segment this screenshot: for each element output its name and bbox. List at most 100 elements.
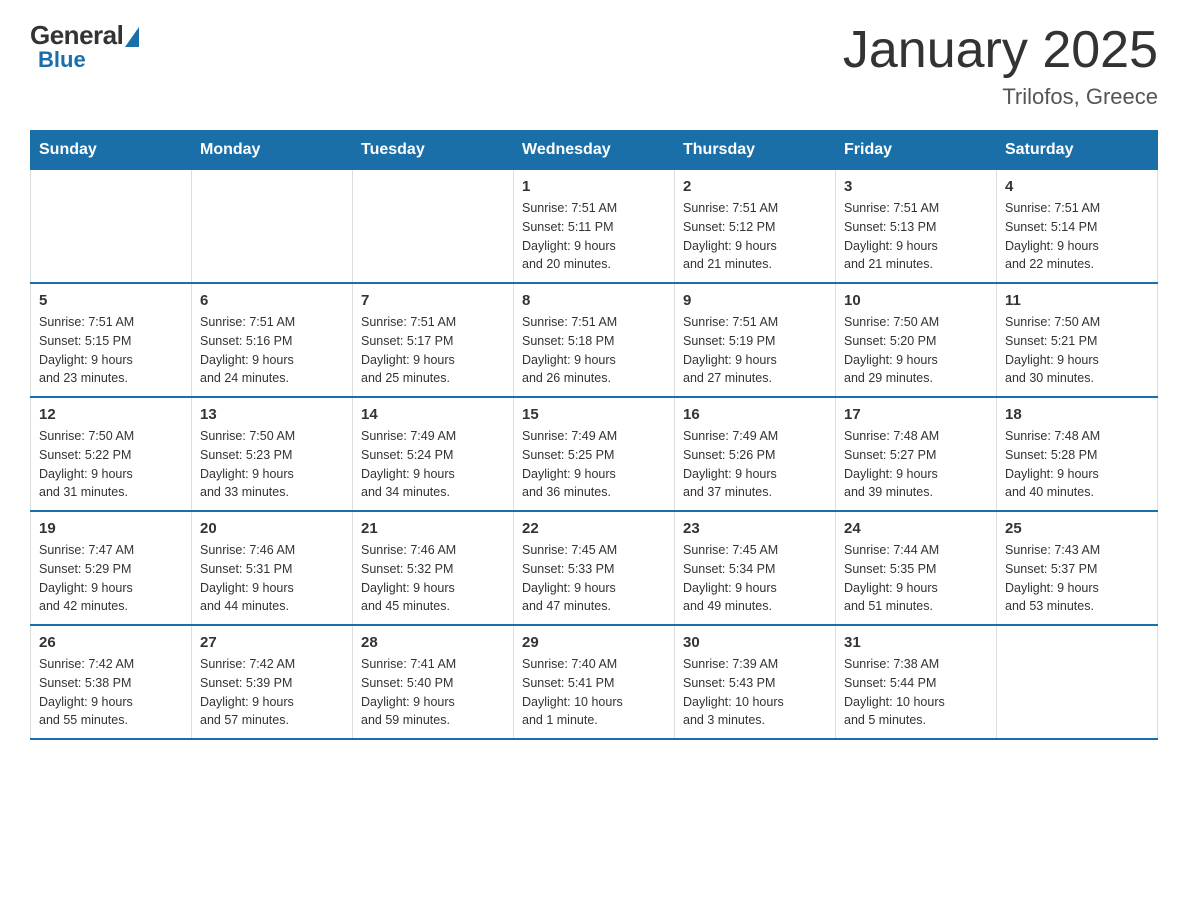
calendar-day-header: Friday <box>836 131 997 170</box>
calendar-day-cell: 10Sunrise: 7:50 AMSunset: 5:20 PMDayligh… <box>836 283 997 397</box>
calendar-day-cell: 14 Sunrise: 7:49 AMSunset: 5:24 PMDayligh… <box>353 397 514 511</box>
day-info: Sunrise: 7:48 AMSunset: 5:28 PMDaylight:… <box>1005 427 1149 502</box>
day-info: Sunrise: 7:40 AMSunset: 5:41 PMDaylight:… <box>522 655 666 730</box>
calendar-day-cell: 18 Sunrise: 7:48 AMSunset: 5:28 PMDayligh… <box>997 397 1158 511</box>
calendar-day-cell: 27 Sunrise: 7:42 AMSunset: 5:39 PMDayligh… <box>192 625 353 739</box>
day-number: 14 <box>361 406 505 423</box>
day-info: Sunrise: 7:50 AMSunset: 5:21 PMDaylight:… <box>1005 313 1149 388</box>
calendar-day-cell: 23 Sunrise: 7:45 AMSunset: 5:34 PMDayligh… <box>675 511 836 625</box>
calendar-day-header: Wednesday <box>514 131 675 170</box>
day-info: Sunrise: 7:49 AMSunset: 5:24 PMDaylight:… <box>361 427 505 502</box>
calendar-day-cell: 24Sunrise: 7:44 AMSunset: 5:35 PMDayligh… <box>836 511 997 625</box>
calendar-day-cell: 31 Sunrise: 7:38 AMSunset: 5:44 PMDayligh… <box>836 625 997 739</box>
day-number: 15 <box>522 406 666 423</box>
logo-blue-text: Blue <box>38 47 86 73</box>
day-number: 22 <box>522 520 666 537</box>
day-info: Sunrise: 7:50 AMSunset: 5:22 PMDaylight:… <box>39 427 183 502</box>
day-info: Sunrise: 7:51 AMSunset: 5:13 PMDaylight:… <box>844 199 988 274</box>
day-number: 30 <box>683 634 827 651</box>
day-info: Sunrise: 7:50 AMSunset: 5:23 PMDaylight:… <box>200 427 344 502</box>
calendar-day-header: Thursday <box>675 131 836 170</box>
logo-triangle-icon <box>125 27 139 47</box>
day-info: Sunrise: 7:51 AMSunset: 5:18 PMDaylight:… <box>522 313 666 388</box>
calendar-day-cell: 6 Sunrise: 7:51 AMSunset: 5:16 PMDaylight… <box>192 283 353 397</box>
day-number: 8 <box>522 292 666 309</box>
day-info: Sunrise: 7:42 AMSunset: 5:38 PMDaylight:… <box>39 655 183 730</box>
day-number: 26 <box>39 634 183 651</box>
calendar-day-cell: 30Sunrise: 7:39 AMSunset: 5:43 PMDayligh… <box>675 625 836 739</box>
day-number: 3 <box>844 178 988 195</box>
day-info: Sunrise: 7:51 AMSunset: 5:11 PMDaylight:… <box>522 199 666 274</box>
day-info: Sunrise: 7:51 AMSunset: 5:14 PMDaylight:… <box>1005 199 1149 274</box>
calendar-day-cell: 8 Sunrise: 7:51 AMSunset: 5:18 PMDaylight… <box>514 283 675 397</box>
day-number: 28 <box>361 634 505 651</box>
day-number: 9 <box>683 292 827 309</box>
day-number: 11 <box>1005 292 1149 309</box>
day-number: 29 <box>522 634 666 651</box>
calendar-day-cell: 26 Sunrise: 7:42 AMSunset: 5:38 PMDayligh… <box>31 625 192 739</box>
calendar-day-cell: 17 Sunrise: 7:48 AMSunset: 5:27 PMDayligh… <box>836 397 997 511</box>
calendar-subtitle: Trilofos, Greece <box>843 84 1158 110</box>
day-number: 18 <box>1005 406 1149 423</box>
calendar-week-row: 12Sunrise: 7:50 AMSunset: 5:22 PMDayligh… <box>31 397 1158 511</box>
day-number: 16 <box>683 406 827 423</box>
calendar-day-cell: 19 Sunrise: 7:47 AMSunset: 5:29 PMDayligh… <box>31 511 192 625</box>
day-info: Sunrise: 7:51 AMSunset: 5:16 PMDaylight:… <box>200 313 344 388</box>
calendar-day-cell: 22Sunrise: 7:45 AMSunset: 5:33 PMDayligh… <box>514 511 675 625</box>
day-info: Sunrise: 7:51 AMSunset: 5:19 PMDaylight:… <box>683 313 827 388</box>
calendar-day-cell: 16 Sunrise: 7:49 AMSunset: 5:26 PMDayligh… <box>675 397 836 511</box>
day-number: 17 <box>844 406 988 423</box>
day-number: 25 <box>1005 520 1149 537</box>
calendar-day-cell <box>997 625 1158 739</box>
day-info: Sunrise: 7:43 AMSunset: 5:37 PMDaylight:… <box>1005 541 1149 616</box>
calendar-day-cell: 3 Sunrise: 7:51 AMSunset: 5:13 PMDaylight… <box>836 170 997 284</box>
day-number: 23 <box>683 520 827 537</box>
day-info: Sunrise: 7:42 AMSunset: 5:39 PMDaylight:… <box>200 655 344 730</box>
day-info: Sunrise: 7:46 AMSunset: 5:31 PMDaylight:… <box>200 541 344 616</box>
day-info: Sunrise: 7:47 AMSunset: 5:29 PMDaylight:… <box>39 541 183 616</box>
day-info: Sunrise: 7:49 AMSunset: 5:25 PMDaylight:… <box>522 427 666 502</box>
day-number: 31 <box>844 634 988 651</box>
day-info: Sunrise: 7:41 AMSunset: 5:40 PMDaylight:… <box>361 655 505 730</box>
day-info: Sunrise: 7:48 AMSunset: 5:27 PMDaylight:… <box>844 427 988 502</box>
calendar-day-cell: 1Sunrise: 7:51 AMSunset: 5:11 PMDaylight… <box>514 170 675 284</box>
calendar-week-row: 19 Sunrise: 7:47 AMSunset: 5:29 PMDayligh… <box>31 511 1158 625</box>
calendar-week-row: 26 Sunrise: 7:42 AMSunset: 5:38 PMDayligh… <box>31 625 1158 739</box>
calendar-day-cell <box>31 170 192 284</box>
day-info: Sunrise: 7:45 AMSunset: 5:34 PMDaylight:… <box>683 541 827 616</box>
calendar-week-row: 1Sunrise: 7:51 AMSunset: 5:11 PMDaylight… <box>31 170 1158 284</box>
calendar-day-cell: 4 Sunrise: 7:51 AMSunset: 5:14 PMDaylight… <box>997 170 1158 284</box>
day-info: Sunrise: 7:51 AMSunset: 5:17 PMDaylight:… <box>361 313 505 388</box>
day-number: 13 <box>200 406 344 423</box>
calendar-day-cell: 15 Sunrise: 7:49 AMSunset: 5:25 PMDayligh… <box>514 397 675 511</box>
day-number: 27 <box>200 634 344 651</box>
calendar-day-cell: 25 Sunrise: 7:43 AMSunset: 5:37 PMDayligh… <box>997 511 1158 625</box>
title-section: January 2025 Trilofos, Greece <box>843 20 1158 110</box>
day-info: Sunrise: 7:49 AMSunset: 5:26 PMDaylight:… <box>683 427 827 502</box>
day-number: 19 <box>39 520 183 537</box>
day-info: Sunrise: 7:51 AMSunset: 5:15 PMDaylight:… <box>39 313 183 388</box>
calendar-day-header: Monday <box>192 131 353 170</box>
calendar-day-header: Sunday <box>31 131 192 170</box>
day-number: 5 <box>39 292 183 309</box>
calendar-day-cell <box>192 170 353 284</box>
day-info: Sunrise: 7:38 AMSunset: 5:44 PMDaylight:… <box>844 655 988 730</box>
day-info: Sunrise: 7:50 AMSunset: 5:20 PMDaylight:… <box>844 313 988 388</box>
day-info: Sunrise: 7:44 AMSunset: 5:35 PMDaylight:… <box>844 541 988 616</box>
calendar-day-cell <box>353 170 514 284</box>
calendar-table: SundayMondayTuesdayWednesdayThursdayFrid… <box>30 130 1158 740</box>
calendar-day-cell: 5 Sunrise: 7:51 AMSunset: 5:15 PMDaylight… <box>31 283 192 397</box>
day-number: 6 <box>200 292 344 309</box>
calendar-title: January 2025 <box>843 20 1158 80</box>
calendar-day-cell: 11 Sunrise: 7:50 AMSunset: 5:21 PMDayligh… <box>997 283 1158 397</box>
day-number: 4 <box>1005 178 1149 195</box>
day-number: 2 <box>683 178 827 195</box>
calendar-day-header: Tuesday <box>353 131 514 170</box>
calendar-day-cell: 28 Sunrise: 7:41 AMSunset: 5:40 PMDayligh… <box>353 625 514 739</box>
calendar-day-cell: 29 Sunrise: 7:40 AMSunset: 5:41 PMDayligh… <box>514 625 675 739</box>
logo: General Blue <box>30 20 139 73</box>
calendar-day-cell: 20Sunrise: 7:46 AMSunset: 5:31 PMDayligh… <box>192 511 353 625</box>
calendar-day-cell: 2 Sunrise: 7:51 AMSunset: 5:12 PMDaylight… <box>675 170 836 284</box>
day-info: Sunrise: 7:51 AMSunset: 5:12 PMDaylight:… <box>683 199 827 274</box>
calendar-day-cell: 7Sunrise: 7:51 AMSunset: 5:17 PMDaylight… <box>353 283 514 397</box>
